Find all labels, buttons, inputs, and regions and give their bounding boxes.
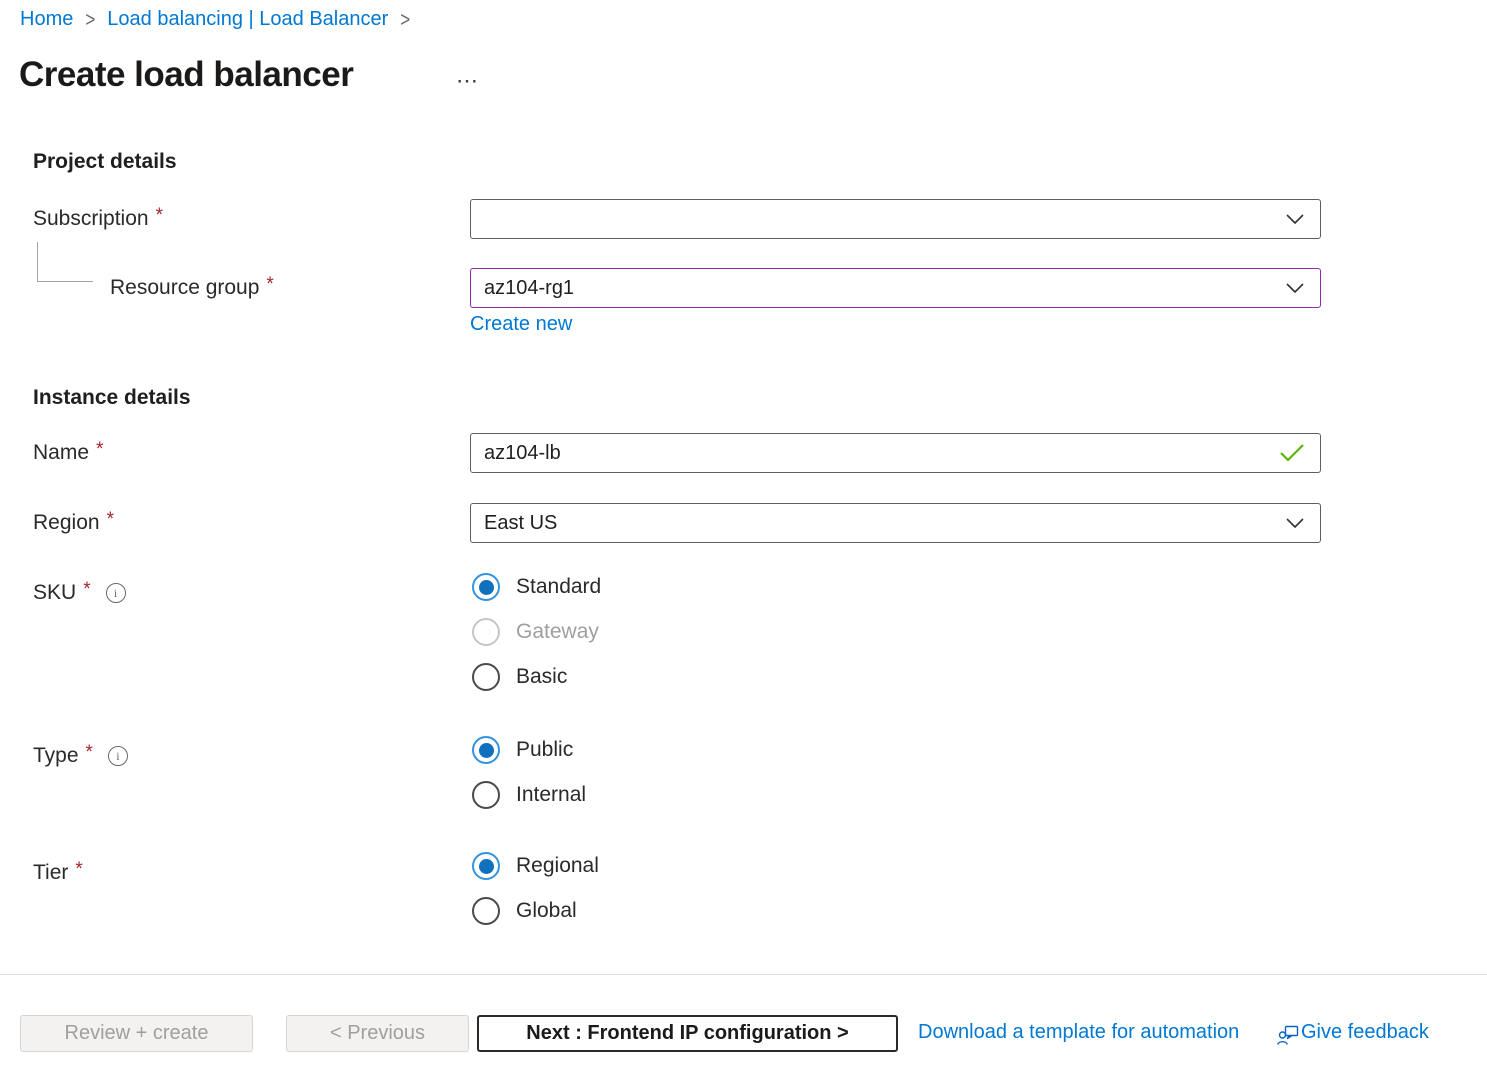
sku-label: SKU * i — [33, 573, 1454, 606]
radio-selected-icon — [472, 573, 500, 601]
type-option-public[interactable]: Public — [472, 736, 586, 764]
info-icon[interactable]: i — [106, 583, 126, 603]
valid-check-icon — [1279, 443, 1305, 463]
chevron-down-icon — [1285, 517, 1305, 529]
give-feedback-icon — [1277, 1024, 1299, 1051]
required-asterisk: * — [83, 577, 90, 603]
radio-selected-icon — [472, 852, 500, 880]
required-asterisk: * — [96, 430, 103, 470]
name-field-wrapper — [470, 433, 1321, 473]
tier-row: Tier * Regional Global — [33, 852, 1454, 886]
chevron-right-icon: > — [83, 7, 97, 32]
radio-unselected-icon — [472, 897, 500, 925]
create-new-link[interactable]: Create new — [470, 313, 572, 336]
radio-unselected-icon — [472, 663, 500, 691]
breadcrumb-home[interactable]: Home — [20, 8, 73, 31]
section-heading-instance-details: Instance details — [33, 386, 191, 410]
sku-radio-group: Standard Gateway Basic — [472, 573, 601, 691]
sku-row: SKU * i Standard Gateway Basic — [33, 573, 1454, 606]
region-row: Region * East US — [33, 503, 1454, 543]
required-asterisk: * — [107, 500, 114, 540]
type-option-internal[interactable]: Internal — [472, 781, 586, 809]
chevron-right-icon: > — [398, 7, 412, 32]
resource-group-value: az104-rg1 — [484, 277, 574, 300]
chevron-down-icon — [1285, 282, 1305, 294]
region-dropdown[interactable]: East US — [470, 503, 1321, 543]
subscription-row: Subscription * — [33, 199, 1454, 239]
radio-disabled-icon — [472, 618, 500, 646]
name-input[interactable] — [484, 442, 1276, 465]
page-title: Create load balancer — [19, 55, 353, 95]
type-label: Type * i — [33, 736, 1454, 769]
download-template-link[interactable]: Download a template for automation — [918, 1021, 1239, 1044]
subscription-dropdown[interactable] — [470, 199, 1321, 239]
section-heading-project-details: Project details — [33, 150, 177, 174]
type-row: Type * i Public Internal — [33, 736, 1454, 769]
breadcrumb-load-balancing[interactable]: Load balancing | Load Balancer — [107, 8, 388, 31]
resource-group-dropdown[interactable]: az104-rg1 — [470, 268, 1321, 308]
more-options-icon[interactable]: ⋯ — [448, 66, 488, 96]
region-value: East US — [484, 512, 557, 535]
required-asterisk: * — [75, 857, 82, 883]
required-asterisk: * — [86, 740, 93, 766]
tier-option-regional[interactable]: Regional — [472, 852, 599, 880]
radio-unselected-icon — [472, 781, 500, 809]
tier-label: Tier * — [33, 852, 1454, 886]
sku-option-gateway: Gateway — [472, 618, 601, 646]
chevron-down-icon — [1285, 213, 1305, 225]
review-create-button[interactable]: Review + create — [20, 1015, 253, 1052]
type-radio-group: Public Internal — [472, 736, 586, 809]
sku-option-standard[interactable]: Standard — [472, 573, 601, 601]
footer-divider — [0, 974, 1487, 975]
tier-radio-group: Regional Global — [472, 852, 599, 925]
sku-option-basic[interactable]: Basic — [472, 663, 601, 691]
radio-selected-icon — [472, 736, 500, 764]
breadcrumb: Home > Load balancing | Load Balancer > — [20, 8, 412, 31]
tier-option-global[interactable]: Global — [472, 897, 599, 925]
info-icon[interactable]: i — [108, 746, 128, 766]
required-asterisk: * — [156, 196, 163, 236]
required-asterisk: * — [266, 265, 273, 305]
give-feedback-link[interactable]: Give feedback — [1301, 1021, 1429, 1044]
previous-button[interactable]: < Previous — [286, 1015, 469, 1052]
next-frontend-ip-button[interactable]: Next : Frontend IP configuration > — [477, 1015, 898, 1052]
resource-group-row: Resource group * az104-rg1 — [33, 268, 1454, 308]
name-row: Name * — [33, 433, 1454, 473]
